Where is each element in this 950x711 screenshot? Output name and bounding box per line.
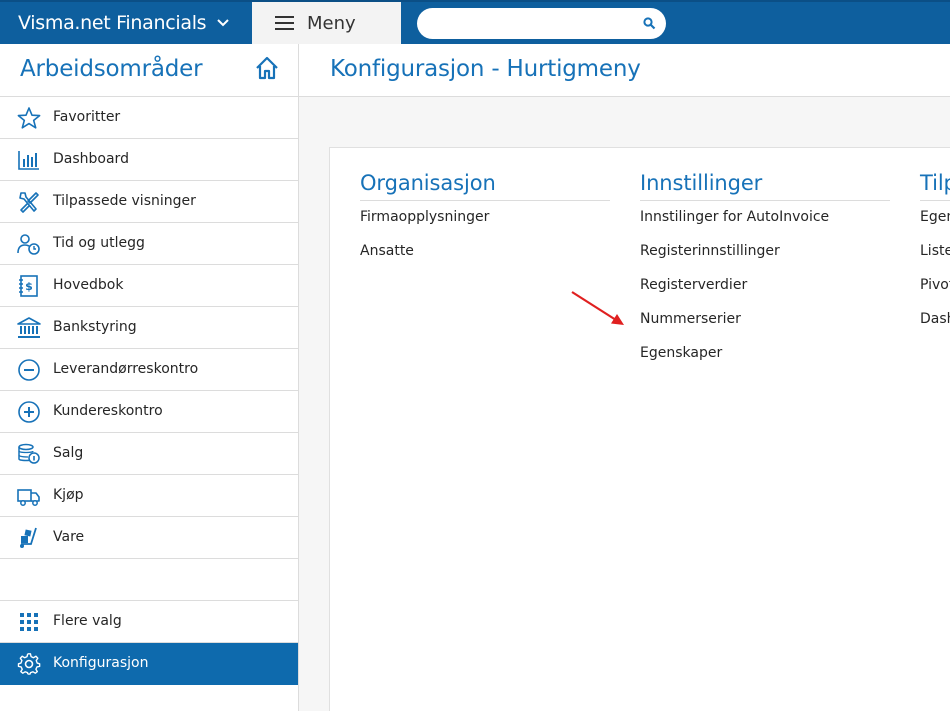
grid-dots-icon (20, 613, 38, 631)
sidebar-item-label: Salg (53, 445, 84, 461)
sidebar-item-label: Kundereskontro (53, 403, 163, 419)
wrench-screwdriver-icon (19, 192, 39, 213)
annotation-arrow-icon (571, 291, 624, 325)
link-registerinnstillinger[interactable]: Registerinnstillinger (640, 243, 890, 277)
truck-icon (17, 489, 40, 506)
svg-text:$: $ (25, 280, 33, 293)
sidebar-item-kundereskontro[interactable]: Kundereskontro (0, 391, 298, 433)
main-content: Konfigurasjon - Hurtigmeny Organisasjon … (299, 44, 950, 711)
bar-chart-icon (18, 151, 39, 170)
quick-menu-panel: Organisasjon Firmaopplysninger Ansatte I… (329, 147, 950, 711)
sidebar-item-label: Leverandørreskontro (53, 361, 199, 377)
sidebar-item-tid-og-utlegg[interactable]: Tid og utlegg (0, 223, 298, 265)
sidebar-item-label: Flere valg (53, 613, 122, 629)
search-field[interactable] (417, 8, 666, 39)
top-bar: Visma.net Financials Meny (0, 0, 950, 44)
sidebar-item-favoritter[interactable]: Favoritter (0, 97, 298, 139)
sidebar-item-bankstyring[interactable]: Bankstyring (0, 307, 298, 349)
link-innstillinger-autoinvoice[interactable]: Innstilinger for AutoInvoice (640, 209, 890, 243)
sidebar-item-konfigurasjon[interactable]: Konfigurasjon (0, 643, 298, 685)
sidebar-item-flere-valg[interactable]: Flere valg (0, 601, 298, 643)
column-heading: Innstillinger (640, 171, 890, 201)
sidebar-item-label: Hovedbok (53, 277, 124, 293)
sidebar-item-leverandorreskontro[interactable]: Leverandørreskontro (0, 349, 298, 391)
menu-label: Meny (307, 12, 356, 34)
sidebar-item-label: Tilpassede visninger (53, 193, 196, 209)
sidebar: Arbeidsområder Favoritter Dashboard Tilp… (0, 44, 299, 711)
link-egen[interactable]: Egen (920, 209, 950, 243)
plus-circle-icon (18, 401, 40, 423)
app-switcher[interactable]: Visma.net Financials (0, 2, 252, 44)
sidebar-item-hovedbok[interactable]: $ Hovedbok (0, 265, 298, 307)
person-clock-icon (17, 234, 40, 255)
sidebar-item-label: Bankstyring (53, 319, 137, 335)
star-icon (17, 107, 41, 129)
minus-circle-icon (18, 359, 40, 381)
sidebar-item-label: Konfigurasjon (53, 655, 149, 671)
sidebar-item-dashboard[interactable]: Dashboard (0, 139, 298, 181)
column-heading: Tilp (920, 171, 950, 201)
page-header: Konfigurasjon - Hurtigmeny (299, 44, 950, 97)
link-firmaopplysninger[interactable]: Firmaopplysninger (360, 209, 610, 243)
column-organisasjon: Organisasjon Firmaopplysninger Ansatte (360, 171, 610, 277)
sidebar-item-salg[interactable]: Salg (0, 433, 298, 475)
sidebar-item-label: Vare (53, 529, 85, 545)
sidebar-item-kjop[interactable]: Kjøp (0, 475, 298, 517)
link-registerverdier[interactable]: Registerverdier (640, 277, 890, 311)
app-name: Visma.net Financials (18, 12, 207, 34)
sidebar-item-label: Favoritter (53, 109, 121, 125)
sidebar-item-label: Dashboard (53, 151, 129, 167)
ledger-dollar-icon: $ (19, 275, 38, 297)
link-ansatte[interactable]: Ansatte (360, 243, 610, 277)
column-tilpasning: Tilp Egen Liste Pivot Dash (920, 171, 950, 345)
column-innstillinger: Innstillinger Innstilinger for AutoInvoi… (640, 171, 890, 379)
gear-icon (17, 653, 41, 675)
link-egenskaper[interactable]: Egenskaper (640, 345, 890, 379)
link-liste[interactable]: Liste (920, 243, 950, 277)
hand-truck-icon (20, 527, 37, 548)
sidebar-header: Arbeidsområder (0, 44, 298, 97)
home-icon[interactable] (254, 55, 280, 81)
link-dash[interactable]: Dash (920, 311, 950, 345)
sidebar-item-vare[interactable]: Vare (0, 517, 298, 559)
coins-icon (18, 443, 40, 464)
link-pivot[interactable]: Pivot (920, 277, 950, 311)
hamburger-icon (275, 16, 294, 30)
column-heading: Organisasjon (360, 171, 610, 201)
chevron-down-icon (217, 19, 229, 27)
menu-button[interactable]: Meny (252, 2, 401, 44)
sidebar-item-tilpassede-visninger[interactable]: Tilpassede visninger (0, 181, 298, 223)
search-icon[interactable] (643, 17, 656, 30)
sidebar-item-label: Tid og utlegg (53, 235, 145, 251)
sidebar-item-label: Kjøp (53, 487, 84, 503)
page-title: Konfigurasjon - Hurtigmeny (330, 56, 641, 82)
link-nummerserier[interactable]: Nummerserier (640, 311, 890, 345)
sidebar-spacer (0, 559, 298, 601)
bank-icon (17, 317, 41, 338)
sidebar-title: Arbeidsområder (20, 56, 203, 82)
